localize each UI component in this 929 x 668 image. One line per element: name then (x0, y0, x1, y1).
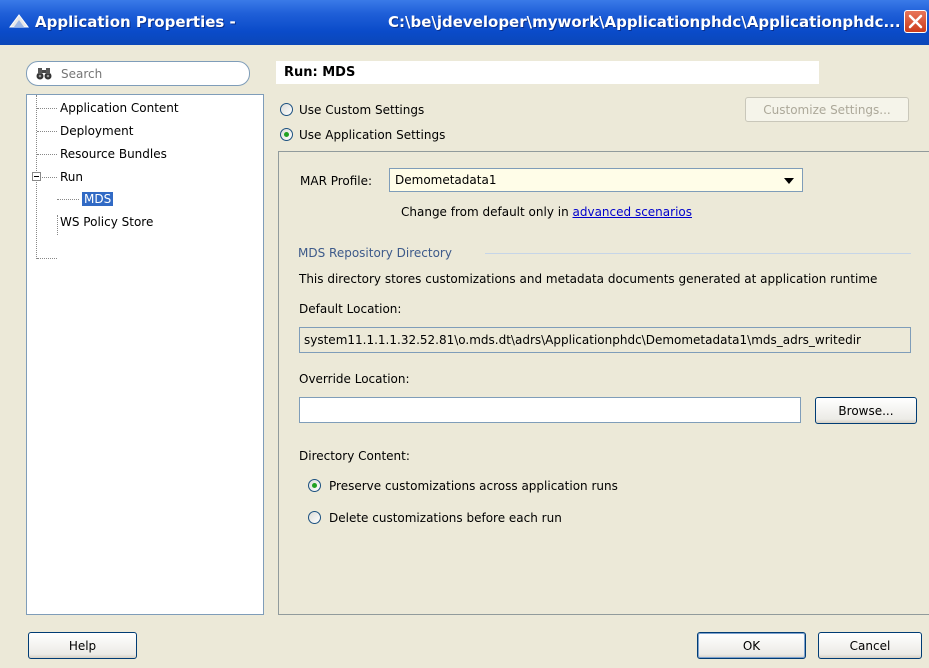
mar-profile-hint: Change from default only in advanced sce… (401, 205, 692, 219)
tree-item-ws-policy-store[interactable]: WS Policy Store (60, 213, 153, 231)
mar-profile-select[interactable]: Demometadata1 (389, 168, 803, 192)
browse-button[interactable]: Browse... (815, 397, 917, 424)
tree-connector (37, 131, 57, 132)
default-location-value: system11.1.1.1.32.52.81\o.mds.dt\adrs\Ap… (304, 333, 861, 347)
tree-item-label: Application Content (60, 101, 179, 115)
tree-item-mds[interactable]: MDS (82, 190, 114, 208)
tree-item-label: Resource Bundles (60, 147, 167, 161)
tree-item-label: MDS (82, 192, 114, 206)
tree-item-label: WS Policy Store (60, 215, 154, 229)
delete-customizations-radio[interactable] (308, 511, 321, 524)
category-tree: Application Content Deployment Resource … (26, 94, 264, 615)
title-bar[interactable]: Application Properties - C:\be\jdevelope… (0, 0, 929, 45)
use-custom-settings-label[interactable]: Use Custom Settings (299, 103, 424, 117)
override-location-label: Override Location: (299, 372, 410, 386)
collapse-toggle-icon[interactable] (32, 172, 41, 181)
cancel-button[interactable]: Cancel (818, 632, 922, 659)
use-application-settings-label[interactable]: Use Application Settings (299, 128, 445, 142)
window-title: Application Properties - (35, 13, 236, 31)
tree-connector (57, 199, 79, 200)
use-application-settings-radio[interactable] (280, 128, 293, 141)
mar-profile-value: Demometadata1 (395, 173, 497, 187)
directory-content-label: Directory Content: (299, 449, 410, 463)
default-location-field[interactable]: system11.1.1.1.32.52.81\o.mds.dt\adrs\Ap… (299, 327, 911, 353)
search-box[interactable] (26, 61, 250, 86)
tree-connector (57, 215, 58, 235)
delete-customizations-label[interactable]: Delete customizations before each run (329, 511, 562, 525)
tree-connector (37, 108, 57, 109)
page-title: Run: MDS (276, 61, 819, 84)
tree-item-resource-bundles[interactable]: Resource Bundles (60, 145, 167, 163)
application-icon (9, 14, 29, 28)
default-location-label: Default Location: (299, 302, 402, 316)
repository-description: This directory stores customizations and… (299, 272, 878, 286)
tree-connector (42, 177, 57, 178)
tree-item-label: Run (60, 170, 84, 184)
close-icon (908, 14, 923, 29)
application-properties-dialog: Application Properties - C:\be\jdevelope… (0, 0, 929, 668)
tree-item-label: Deployment (60, 124, 134, 138)
tree-connector (37, 258, 57, 259)
mds-repository-section-title: MDS Repository Directory (298, 246, 452, 260)
close-button[interactable] (904, 10, 927, 33)
ok-button[interactable]: OK (697, 632, 806, 659)
binoculars-icon (36, 68, 52, 80)
tree-item-application-content[interactable]: Application Content (60, 99, 179, 117)
preserve-customizations-radio[interactable] (308, 479, 321, 492)
preserve-customizations-label[interactable]: Preserve customizations across applicati… (329, 479, 618, 493)
override-location-input[interactable] (299, 397, 801, 423)
tree-item-run[interactable]: Run (60, 168, 83, 186)
use-custom-settings-radio[interactable] (280, 103, 293, 116)
mar-profile-label: MAR Profile: (300, 174, 373, 188)
section-divider (485, 253, 911, 254)
navigation-panel: Application Content Deployment Resource … (26, 58, 266, 615)
window-title-path: C:\be\jdeveloper\mywork\Applicationphdc\… (388, 13, 901, 31)
help-button[interactable]: Help (28, 632, 137, 659)
chevron-down-icon[interactable] (784, 178, 794, 184)
advanced-scenarios-link[interactable]: advanced scenarios (573, 205, 693, 219)
search-input[interactable] (61, 65, 241, 82)
tree-connector (37, 154, 57, 155)
customize-settings-button[interactable]: Customize Settings... (745, 97, 909, 122)
tree-item-deployment[interactable]: Deployment (60, 122, 133, 140)
